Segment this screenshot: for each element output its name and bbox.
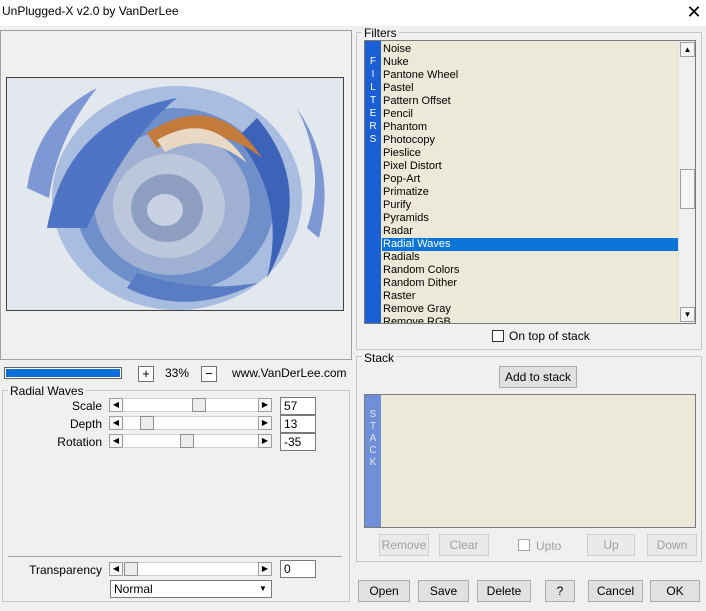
params-group-title: Radial Waves bbox=[8, 384, 86, 398]
filter-list-item[interactable]: Purify bbox=[382, 199, 678, 212]
filter-list-item[interactable]: Remove RGB bbox=[382, 316, 678, 323]
transparency-value-field[interactable]: 0 bbox=[280, 560, 316, 578]
filter-list-item[interactable]: Pyramids bbox=[382, 212, 678, 225]
filter-list-item[interactable]: Photocopy bbox=[382, 134, 678, 147]
transparency-slider-track[interactable] bbox=[124, 562, 258, 576]
blend-mode-select[interactable]: Normal ▼ bbox=[110, 580, 272, 598]
radial-waves-preview-art bbox=[7, 78, 343, 310]
filters-strip-letter: T bbox=[369, 95, 377, 106]
stack-side-label: STACK bbox=[365, 395, 381, 527]
zoom-in-button[interactable]: + bbox=[138, 366, 154, 382]
remove-button[interactable]: Remove bbox=[379, 534, 429, 556]
transparency-slider-thumb[interactable] bbox=[124, 562, 138, 576]
scale-value-field[interactable]: 57 bbox=[280, 397, 316, 415]
close-icon[interactable]: ✕ bbox=[684, 2, 704, 22]
transparency-left-arrow-icon[interactable]: ◀ bbox=[109, 562, 123, 576]
depth-value-field[interactable]: 13 bbox=[280, 415, 316, 433]
open-button[interactable]: Open bbox=[358, 580, 410, 602]
filter-list-item[interactable]: Primatize bbox=[382, 186, 678, 199]
filters-group-title: Filters bbox=[362, 26, 399, 40]
filters-side-label: FILTERS bbox=[365, 41, 381, 323]
scroll-thumb[interactable] bbox=[680, 169, 695, 209]
clear-button[interactable]: Clear bbox=[439, 534, 489, 556]
on-top-checkbox[interactable] bbox=[492, 330, 504, 342]
filter-list-item[interactable]: Raster bbox=[382, 290, 678, 303]
filter-list-item[interactable]: Random Colors bbox=[382, 264, 678, 277]
filter-list-item[interactable]: Phantom bbox=[382, 121, 678, 134]
filter-list-item[interactable]: Pattern Offset bbox=[382, 95, 678, 108]
filters-strip-letter: F bbox=[369, 56, 377, 67]
filter-list-item[interactable]: Radial Waves bbox=[382, 238, 678, 251]
help-button[interactable]: ? bbox=[545, 580, 575, 602]
progress-bar bbox=[4, 367, 122, 379]
window-title: UnPlugged-X v2.0 by VanDerLee bbox=[2, 4, 179, 18]
delete-button[interactable]: Delete bbox=[477, 580, 531, 602]
depth-left-arrow-icon[interactable]: ◀ bbox=[109, 416, 123, 430]
on-top-label: On top of stack bbox=[509, 329, 590, 343]
stack-strip-letter: S bbox=[369, 409, 377, 420]
filter-list-item[interactable]: Pixel Distort bbox=[382, 160, 678, 173]
rotation-value-field[interactable]: -35 bbox=[280, 433, 316, 451]
filters-strip-letter: L bbox=[370, 82, 376, 93]
stack-strip-letter: C bbox=[369, 445, 377, 456]
rotation-slider-thumb[interactable] bbox=[180, 434, 194, 448]
filter-list-item[interactable]: Pencil bbox=[382, 108, 678, 121]
filter-list-item[interactable]: Nuke bbox=[382, 56, 678, 69]
filter-list-item[interactable]: Noise bbox=[382, 43, 678, 56]
chevron-down-icon[interactable]: ▼ bbox=[256, 582, 270, 596]
scroll-up-icon[interactable]: ▲ bbox=[680, 42, 695, 57]
filter-list-item[interactable]: Pop-Art bbox=[382, 173, 678, 186]
rotation-label: Rotation bbox=[57, 435, 102, 449]
scale-slider-thumb[interactable] bbox=[192, 398, 206, 412]
scale-slider-track[interactable] bbox=[124, 398, 258, 412]
depth-slider-thumb[interactable] bbox=[140, 416, 154, 430]
upto-label: Upto bbox=[536, 539, 562, 553]
filters-strip-letter: I bbox=[371, 69, 375, 80]
stack-group-title: Stack bbox=[362, 351, 397, 365]
scale-right-arrow-icon[interactable]: ▶ bbox=[258, 398, 272, 412]
filters-list[interactable]: FILTERS Noise Nuke Pantone Wheel Pastel Patt… bbox=[364, 40, 696, 324]
filter-list-item[interactable]: Pantone Wheel bbox=[382, 69, 678, 82]
filter-list-item[interactable]: Random Dither bbox=[382, 277, 678, 290]
scroll-down-icon[interactable]: ▼ bbox=[680, 307, 695, 322]
add-to-stack-button[interactable]: Add to stack bbox=[499, 366, 577, 388]
cancel-button[interactable]: Cancel bbox=[588, 580, 643, 602]
filter-list-item[interactable]: Pastel bbox=[382, 82, 678, 95]
upto-checkbox[interactable] bbox=[518, 539, 530, 551]
depth-slider-track[interactable] bbox=[124, 416, 258, 430]
save-button[interactable]: Save bbox=[418, 580, 469, 602]
up-button[interactable]: Up bbox=[587, 534, 635, 556]
transparency-right-arrow-icon[interactable]: ▶ bbox=[258, 562, 272, 576]
filter-list-item[interactable]: Radar bbox=[382, 225, 678, 238]
preview-image[interactable] bbox=[6, 77, 344, 311]
zoom-level: 33% bbox=[164, 366, 190, 380]
rotation-right-arrow-icon[interactable]: ▶ bbox=[258, 434, 272, 448]
scale-label: Scale bbox=[71, 399, 102, 413]
filter-list-item[interactable]: Pieslice bbox=[382, 147, 678, 160]
website-link[interactable]: www.VanDerLee.com bbox=[232, 366, 347, 380]
blend-mode-value: Normal bbox=[114, 582, 153, 596]
filters-strip-letter: R bbox=[369, 121, 377, 132]
rotation-left-arrow-icon[interactable]: ◀ bbox=[109, 434, 123, 448]
stack-strip-letter: A bbox=[369, 433, 377, 444]
stack-list[interactable]: STACK bbox=[364, 394, 696, 528]
depth-right-arrow-icon[interactable]: ▶ bbox=[258, 416, 272, 430]
filters-scrollbar[interactable]: ▲ ▼ bbox=[678, 41, 695, 323]
rotation-slider-track[interactable] bbox=[124, 434, 258, 448]
stack-strip-letter: T bbox=[369, 421, 377, 432]
progress-fill bbox=[6, 369, 120, 377]
filters-strip-letter: S bbox=[369, 134, 377, 145]
scale-left-arrow-icon[interactable]: ◀ bbox=[109, 398, 123, 412]
transparency-label: Transparency bbox=[29, 563, 102, 577]
zoom-out-button[interactable]: − bbox=[201, 366, 217, 382]
divider bbox=[8, 556, 342, 557]
filter-list-item[interactable]: Radials bbox=[382, 251, 678, 264]
stack-strip-letter: K bbox=[369, 457, 377, 468]
filter-list-item[interactable]: Remove Gray bbox=[382, 303, 678, 316]
down-button[interactable]: Down bbox=[647, 534, 697, 556]
filters-strip-letter: E bbox=[369, 108, 377, 119]
title-bar: UnPlugged-X v2.0 by VanDerLee ✕ bbox=[0, 0, 706, 26]
depth-label: Depth bbox=[69, 417, 102, 431]
ok-button[interactable]: OK bbox=[650, 580, 700, 602]
